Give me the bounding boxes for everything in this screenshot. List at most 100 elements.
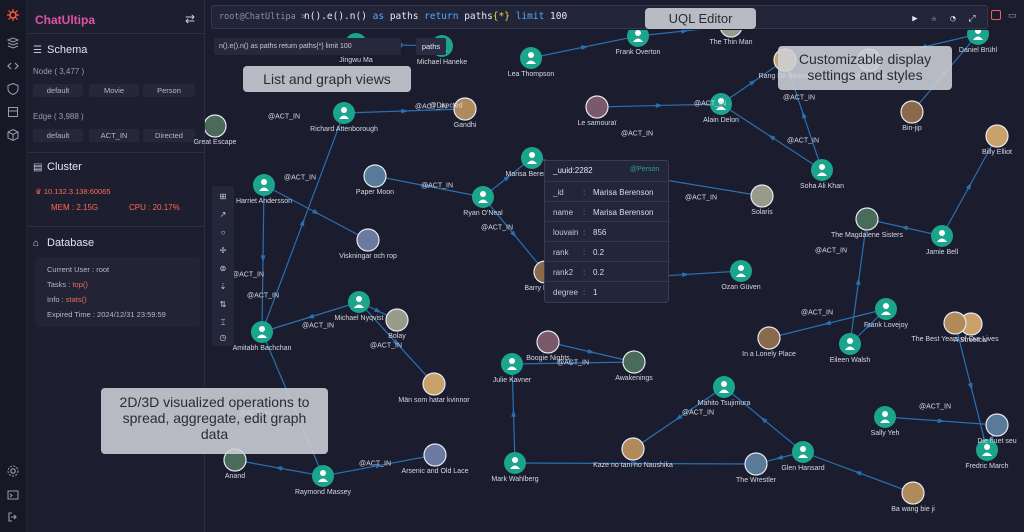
movie-node[interactable] — [205, 114, 227, 138]
edge-arrow — [855, 277, 861, 285]
node-label: Arsenic and Old Lace — [401, 468, 469, 475]
person-node[interactable] — [839, 333, 861, 355]
person-node[interactable] — [730, 260, 752, 282]
person-node[interactable] — [792, 441, 814, 463]
node-label: Gandhi — [453, 122, 477, 129]
paths-tag[interactable]: paths — [416, 38, 446, 55]
movie-node[interactable] — [943, 311, 967, 335]
favorite-icon[interactable]: ☆ — [928, 13, 940, 25]
settings-icon[interactable] — [6, 464, 20, 478]
movie-node[interactable] — [585, 95, 609, 119]
node-label: Glen Hansard — [781, 465, 825, 472]
movie-poster-icon — [356, 228, 380, 252]
database-icon[interactable] — [6, 36, 20, 50]
node-chip-movie[interactable]: Movie — [89, 84, 139, 97]
text-tool-icon[interactable]: ⌶ — [217, 317, 229, 329]
person-node[interactable] — [504, 452, 526, 474]
person-node[interactable] — [931, 225, 953, 247]
query-input[interactable]: n().e().n() as paths return paths{*} lim… — [304, 11, 567, 22]
time-tool-icon[interactable]: ◷ — [217, 332, 229, 344]
movie-node[interactable] — [422, 372, 446, 396]
node-label: Billy Elliot — [982, 149, 1012, 156]
node-label: Raymond Massey — [294, 489, 352, 496]
node-chip-person[interactable]: Person — [143, 84, 195, 97]
person-node[interactable] — [501, 353, 523, 375]
person-node[interactable] — [713, 376, 735, 398]
movie-node[interactable] — [363, 164, 387, 188]
node-chip-default[interactable]: default — [33, 84, 83, 97]
run-icon[interactable]: ▶ — [909, 13, 921, 25]
person-node[interactable] — [521, 147, 543, 169]
box-icon[interactable] — [6, 105, 20, 119]
person-icon — [883, 303, 889, 309]
terminal-icon[interactable] — [6, 488, 20, 502]
movie-node[interactable] — [744, 452, 768, 476]
movie-node[interactable] — [901, 481, 925, 505]
person-node[interactable] — [811, 159, 833, 181]
person-node[interactable] — [253, 174, 275, 196]
node-label: Mark Wahlberg — [491, 476, 539, 483]
person-node[interactable] — [874, 406, 896, 428]
edge-chip-default[interactable]: default — [33, 129, 83, 142]
person-node[interactable] — [312, 465, 334, 487]
edge-label: @ACT_IN — [919, 403, 951, 411]
code-icon[interactable] — [6, 59, 20, 73]
grid-tool-icon[interactable]: ⊞ — [217, 191, 229, 203]
circle-tool-icon[interactable]: ○ — [217, 227, 229, 239]
cube-icon[interactable] — [6, 128, 20, 142]
person-icon — [635, 30, 641, 36]
server-icon: ▤ — [33, 162, 43, 173]
shield-icon[interactable] — [6, 82, 20, 96]
swap-icon[interactable]: ⇄ — [185, 12, 195, 26]
person-node[interactable] — [520, 47, 542, 69]
panel-toggle-icon[interactable] — [991, 10, 1001, 20]
edge-label: @ACT_IN — [557, 359, 589, 367]
person-node[interactable] — [348, 291, 370, 313]
fullscreen-icon[interactable]: ⤢ — [966, 13, 978, 25]
movie-node[interactable] — [985, 124, 1009, 148]
download-tool-icon[interactable]: ⇣ — [217, 281, 229, 293]
movie-node[interactable] — [720, 30, 742, 38]
edge-arrow — [655, 103, 663, 108]
person-node[interactable] — [472, 186, 494, 208]
uql-editor[interactable]: root@ChatUltipa > n().e().n() as paths r… — [211, 5, 988, 29]
sort-tool-icon[interactable]: ⇅ — [217, 299, 229, 311]
edge-chip-act-in[interactable]: ACT_IN — [89, 129, 139, 142]
aggregate-tool-icon[interactable]: ⊚ — [217, 263, 229, 275]
movie-node[interactable] — [757, 326, 781, 350]
person-node[interactable] — [333, 102, 355, 124]
crown-icon: ♛ — [35, 187, 44, 196]
history-icon[interactable]: ◔ — [947, 13, 959, 25]
movie-node[interactable] — [985, 413, 1009, 437]
movie-node[interactable] — [536, 330, 560, 354]
spread-tool-icon[interactable]: ✢ — [217, 245, 229, 257]
movie-poster-icon — [363, 164, 387, 188]
movie-node[interactable] — [621, 437, 645, 461]
movie-node[interactable] — [900, 100, 924, 124]
edge-label: @ACT_IN — [247, 292, 279, 300]
node-label: Michael Haneke — [416, 59, 468, 66]
layout-icon[interactable]: ▭ — [1008, 10, 1018, 20]
edge-arrow — [401, 108, 409, 114]
edge-arrow — [768, 134, 776, 141]
query-tab[interactable]: n().e().n() as paths return paths{*} lim… — [214, 38, 401, 55]
expand-tool-icon[interactable]: ↗ — [217, 209, 229, 221]
edge-chip-directed[interactable]: Directed — [143, 129, 195, 142]
cluster-host[interactable]: ♛ 10.132.3.138:60065 — [35, 187, 111, 196]
edge-arrow — [775, 454, 784, 460]
logout-icon[interactable] — [6, 510, 20, 524]
movie-poster-icon — [744, 452, 768, 476]
edge-arrow — [587, 348, 595, 354]
movie-node[interactable] — [423, 443, 447, 467]
person-node[interactable] — [627, 30, 649, 47]
movie-node[interactable] — [622, 350, 646, 374]
person-node[interactable] — [875, 298, 897, 320]
movie-node[interactable] — [385, 308, 409, 332]
person-icon — [509, 358, 515, 364]
movie-node[interactable] — [855, 207, 879, 231]
person-node[interactable] — [251, 321, 273, 343]
movie-node[interactable] — [356, 228, 380, 252]
movie-poster-icon — [901, 481, 925, 505]
logo-icon[interactable] — [6, 8, 20, 22]
movie-node[interactable] — [750, 184, 774, 208]
